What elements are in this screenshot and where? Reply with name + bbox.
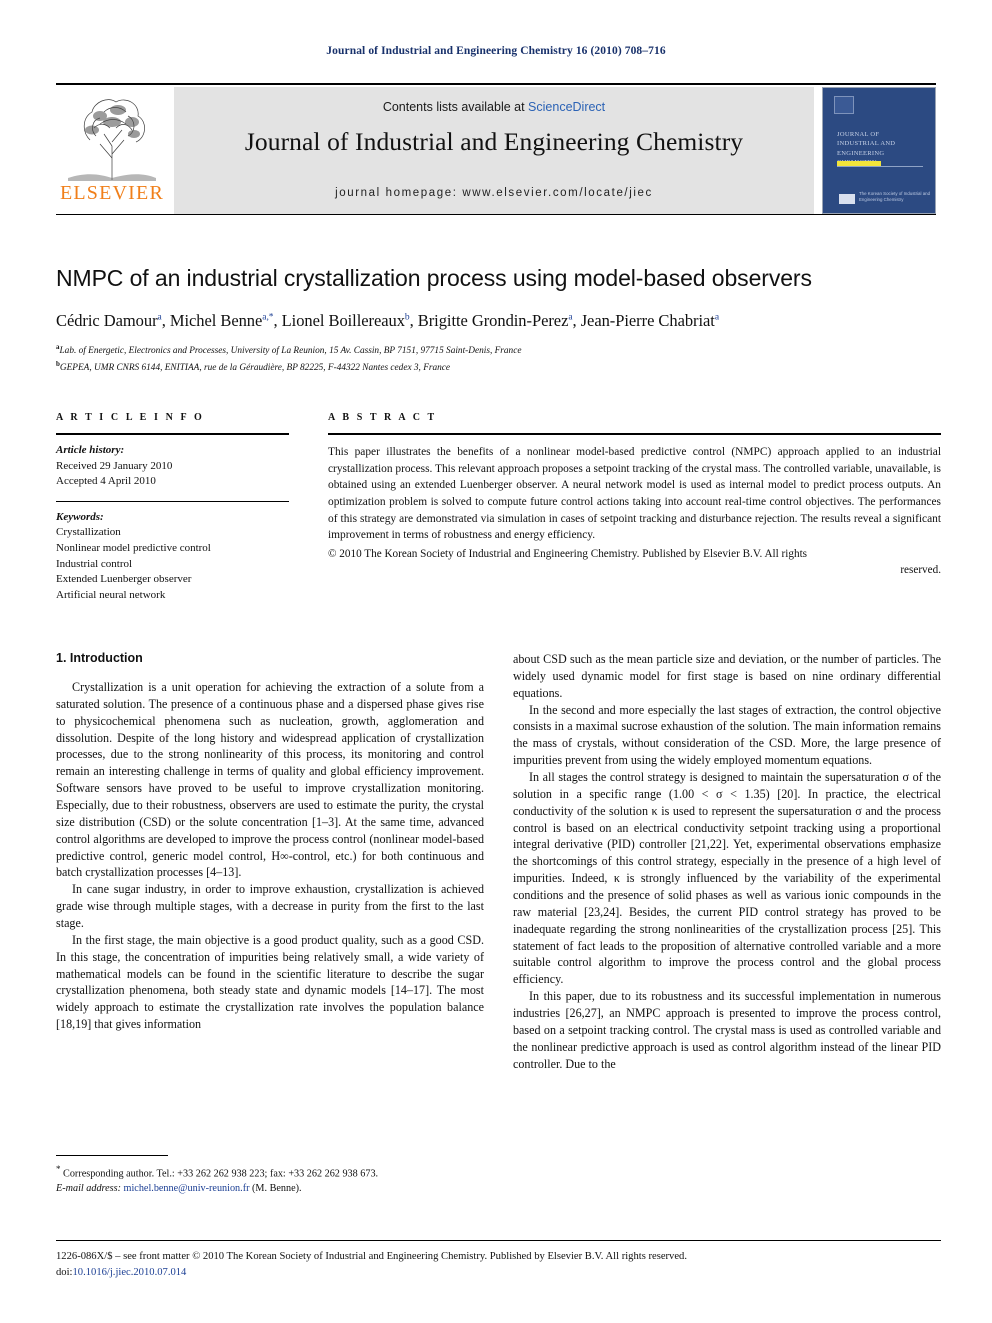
running-head: Journal of Industrial and Engineering Ch… bbox=[326, 45, 666, 57]
footer-text: 1226-086X/$ – see front matter © 2010 Th… bbox=[56, 1249, 941, 1281]
doi-line: doi:10.1016/j.jiec.2010.07.014 bbox=[56, 1265, 941, 1281]
body-column-left: 1. Introduction Crystallization is a uni… bbox=[56, 651, 484, 1033]
elsevier-logo: ELSEVIER bbox=[56, 88, 168, 214]
article-info-separator bbox=[56, 500, 289, 502]
paragraph: Crystallization is a unit operation for … bbox=[56, 680, 484, 880]
email-owner: (M. Benne). bbox=[252, 1183, 302, 1195]
affiliation-list: aLab. of Energetic, Electronics and Proc… bbox=[56, 342, 941, 376]
body-column-right: about CSD such as the mean particle size… bbox=[513, 651, 941, 1072]
abstract-column: A B S T R A C T This paper illustrates t… bbox=[328, 412, 941, 578]
paragraph: In cane sugar industry, in order to impr… bbox=[56, 882, 484, 931]
doi-label: doi: bbox=[56, 1266, 73, 1278]
author-list: Cédric Damoura, Michel Bennea,*, Lionel … bbox=[56, 311, 720, 330]
masthead-bottom-rule bbox=[56, 214, 936, 215]
keyword: Crystallization bbox=[56, 526, 121, 539]
keyword: Industrial control bbox=[56, 557, 133, 570]
masthead-top-rule bbox=[56, 83, 936, 85]
doi-link[interactable]: 10.1016/j.jiec.2010.07.014 bbox=[72, 1267, 186, 1278]
sciencedirect-link[interactable]: ScienceDirect bbox=[528, 100, 605, 114]
abstract-text: This paper illustrates the benefits of a… bbox=[328, 446, 941, 542]
affiliation: aLab. of Energetic, Electronics and Proc… bbox=[56, 343, 522, 357]
email-link[interactable]: michel.benne@univ-reunion.fr bbox=[124, 1183, 250, 1194]
paragraph: In the first stage, the main objective i… bbox=[56, 932, 484, 1032]
article-history: Article history: Received 29 January 201… bbox=[56, 443, 289, 490]
copyright-tail: reserved. bbox=[900, 564, 941, 577]
abstract-heading: A B S T R A C T bbox=[328, 412, 437, 423]
section-title-introduction: 1. Introduction bbox=[56, 651, 143, 665]
journal-cover-thumbnail: JOURNAL OF INDUSTRIAL AND ENGINEERING CH… bbox=[822, 87, 936, 214]
author-mark: a bbox=[714, 312, 720, 323]
article-history-label: Article history: bbox=[56, 444, 125, 456]
footnote-mark: * bbox=[56, 1164, 61, 1174]
abstract-copyright: © 2010 The Korean Society of Industrial … bbox=[328, 546, 941, 578]
email-label: E-mail address: bbox=[56, 1183, 121, 1195]
author-mark: a,* bbox=[262, 312, 274, 323]
article-info-column: A R T I C L E I N F O Article history: R… bbox=[56, 412, 289, 603]
paragraph: In the second and more especially the la… bbox=[513, 702, 941, 768]
keywords-label: Keywords: bbox=[56, 510, 104, 523]
affiliation: bGEPEA, UMR CNRS 6144, ENITIAA, rue de l… bbox=[56, 360, 451, 374]
article-history-received: Received 29 January 2010 bbox=[56, 459, 173, 472]
keywords-block: Keywords: Crystallization Nonlinear mode… bbox=[56, 510, 289, 604]
cover-society-name: The Korean Society of Industrial and Eng… bbox=[859, 190, 931, 202]
author: Lionel Boillereauxb bbox=[281, 311, 410, 330]
article-info-heading: A R T I C L E I N F O bbox=[56, 412, 205, 423]
journal-title: Journal of Industrial and Engineering Ch… bbox=[244, 127, 744, 156]
article-history-accepted: Accepted 4 April 2010 bbox=[56, 475, 156, 488]
keyword: Nonlinear model predictive control bbox=[56, 542, 211, 555]
contents-available-line: Contents lists available at ScienceDirec… bbox=[174, 100, 814, 114]
paragraph: about CSD such as the mean particle size… bbox=[513, 652, 941, 700]
journal-homepage-link[interactable]: journal homepage: www.elsevier.com/locat… bbox=[174, 187, 814, 199]
cover-elsevier-icon bbox=[834, 96, 854, 114]
copyright-main: © 2010 The Korean Society of Industrial … bbox=[328, 547, 808, 560]
author: Michel Bennea,* bbox=[169, 311, 274, 330]
corresponding-author-text: Corresponding author. Tel.: +33 262 262 … bbox=[63, 1168, 379, 1180]
article-page: Journal of Industrial and Engineering Ch… bbox=[0, 0, 992, 1323]
author-mark: a bbox=[157, 312, 162, 323]
masthead-band: Contents lists available at ScienceDirec… bbox=[174, 87, 814, 214]
cover-divider bbox=[837, 166, 923, 167]
author: Brigitte Grondin-Pereza bbox=[417, 311, 573, 330]
body-columns: 1. Introduction Crystallization is a uni… bbox=[56, 651, 941, 1146]
contents-prefix: Contents lists available at bbox=[382, 100, 529, 114]
author-mark: b bbox=[404, 312, 410, 323]
journal-masthead: ELSEVIER Contents lists available at Sci… bbox=[56, 83, 936, 215]
page-footer: 1226-086X/$ – see front matter © 2010 Th… bbox=[56, 1240, 941, 1281]
author: Jean-Pierre Chabriata bbox=[580, 311, 720, 330]
cover-society-icon bbox=[839, 194, 855, 204]
paragraph: In this paper, due to its robustness and… bbox=[513, 989, 941, 1071]
article-info-rule bbox=[56, 433, 289, 435]
author: Cédric Damoura bbox=[56, 311, 162, 330]
issn-line: 1226-086X/$ – see front matter © 2010 Th… bbox=[56, 1251, 687, 1262]
elsevier-tree-icon bbox=[68, 99, 156, 181]
elsevier-wordmark: ELSEVIER bbox=[59, 182, 165, 204]
keyword: Artificial neural network bbox=[56, 588, 166, 601]
author-mark: a bbox=[568, 312, 573, 323]
page-title: NMPC of an industrial crystallization pr… bbox=[56, 265, 812, 291]
footnote-text: * Corresponding author. Tel.: +33 262 26… bbox=[56, 1163, 484, 1197]
footnote-rule bbox=[56, 1155, 168, 1156]
footer-rule bbox=[56, 1240, 941, 1241]
keyword: Extended Luenberger observer bbox=[56, 573, 192, 586]
paragraph: In all stages the control strategy is de… bbox=[513, 770, 941, 987]
title-block: NMPC of an industrial crystallization pr… bbox=[56, 265, 941, 376]
abstract-rule bbox=[328, 433, 941, 435]
corresponding-author-footnote: * Corresponding author. Tel.: +33 262 26… bbox=[56, 1155, 484, 1197]
